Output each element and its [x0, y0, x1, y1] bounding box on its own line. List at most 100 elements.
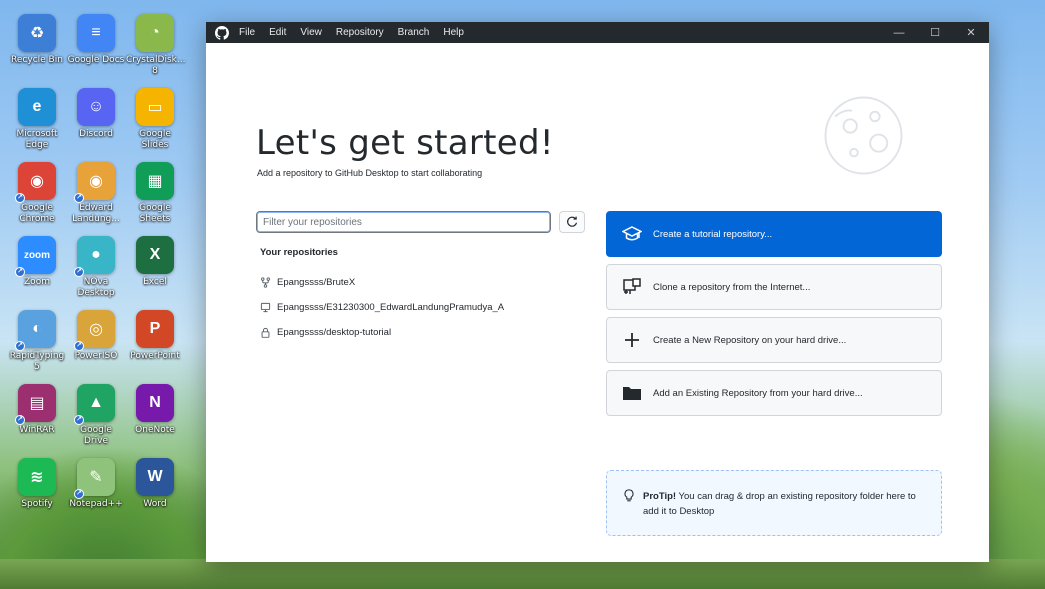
wallpaper-ground	[0, 559, 1045, 589]
maximize-button[interactable]: ☐	[917, 22, 953, 43]
desktop-app-glyph: ≡	[91, 24, 101, 41]
minimize-button[interactable]: —	[881, 22, 917, 43]
desktop-icon[interactable]: e Microsoft Edge	[8, 88, 66, 151]
menu-file[interactable]: File	[239, 27, 255, 38]
shortcut-arrow-icon: ↗	[74, 341, 84, 351]
actions-panel: Create a tutorial repository... Clone a …	[606, 211, 942, 423]
create-tutorial-repository-button[interactable]: Create a tutorial repository...	[606, 211, 942, 257]
menu-branch[interactable]: Branch	[398, 27, 430, 38]
mortarboard-icon	[621, 223, 643, 245]
repository-item[interactable]: Epangssss/BruteX	[260, 270, 504, 295]
desktop-icon-label: WinRAR	[19, 425, 55, 435]
protip-label: ProTip!	[643, 491, 677, 502]
desktop-app-icon: e	[18, 88, 56, 126]
desktop-app-icon: ◎ ↗	[74, 310, 115, 351]
desktop-app-glyph: W	[147, 468, 163, 485]
menu-help[interactable]: Help	[443, 27, 464, 38]
close-button[interactable]: ✕	[953, 22, 989, 43]
desktop-icon[interactable]: ◐ ↗ RapidTyping 5	[8, 310, 66, 373]
desktop-icon-label: Excel	[143, 277, 167, 287]
repository-item[interactable]: Epangssss/desktop-tutorial	[260, 320, 504, 345]
desktop-icon[interactable]: ▭ Google Slides	[126, 88, 184, 151]
desktop-icon-label: Google Slides	[139, 129, 171, 150]
desktop-app-glyph: ▭	[147, 99, 163, 116]
shortcut-arrow-icon: ↗	[15, 341, 25, 351]
desktop-icon-label: OneNote	[135, 425, 175, 435]
desktop-app-glyph: zoom	[23, 249, 51, 261]
desktop-icon[interactable]: ▤ ↗ WinRAR	[8, 384, 66, 436]
desktop-app-icon: ≡	[77, 14, 115, 52]
shortcut-arrow-icon: ↗	[74, 193, 84, 203]
desktop-app-glyph: P	[149, 320, 161, 337]
desktop-icon[interactable]: ≋ Spotify	[8, 458, 66, 510]
moon-illustration-icon	[824, 96, 903, 175]
desktop-icon[interactable]: N OneNote	[126, 384, 184, 436]
window-controls: — ☐ ✕	[881, 22, 989, 43]
repository-list: Epangssss/BruteX Epangssss/E31230300_Edw…	[260, 270, 504, 345]
desktop-icon[interactable]: ✎ ↗ Notepad++	[67, 458, 125, 510]
desktop-icon[interactable]: P PowerPoint	[126, 310, 184, 362]
desktop-app-glyph: ☺	[87, 98, 105, 115]
create-new-repository-button[interactable]: Create a New Repository on your hard dri…	[606, 317, 942, 363]
page-subtitle: Add a repository to GitHub Desktop to st…	[257, 168, 483, 178]
filter-repositories-input[interactable]	[256, 211, 551, 233]
protip-box: ProTip! You can drag & drop an existing …	[606, 470, 942, 536]
refresh-icon	[567, 216, 578, 227]
desktop-app-icon: ☺	[77, 88, 115, 126]
desktop-icon[interactable]: ▦ Google Sheets	[126, 162, 184, 225]
desktop-app-glyph: ▤	[29, 395, 45, 412]
desktop-app-glyph: ◉	[30, 173, 44, 190]
github-logo-icon[interactable]	[215, 25, 229, 40]
desktop-app-glyph: X	[149, 246, 161, 263]
repository-name: Epangssss/E31230300_EdwardLandungPramudy…	[277, 302, 505, 313]
desktop-icon[interactable]: ◉ ↗ Google Chrome	[8, 162, 66, 225]
desktop-icon-label: NOva Desktop	[77, 277, 115, 298]
menu-edit[interactable]: Edit	[269, 27, 286, 38]
desktop-icon[interactable]: ≡ Google Docs	[67, 14, 125, 66]
menu-repository[interactable]: Repository	[336, 27, 384, 38]
desktop-icon-label: Google Sheets	[139, 203, 171, 224]
repository-item[interactable]: Epangssss/E31230300_EdwardLandungPramudy…	[260, 295, 504, 320]
desktop-icon[interactable]: ● ↗ NOva Desktop	[67, 236, 125, 299]
shortcut-arrow-icon: ↗	[74, 415, 84, 425]
desktop-icon[interactable]: ☺ Discord	[67, 88, 125, 140]
desktop-app-icon: ▲ ↗	[74, 384, 115, 425]
desktop-icon-label: Edward Landung...	[72, 203, 120, 224]
page-title: Let's get started!	[256, 123, 554, 163]
desktop-app-glyph: ◎	[89, 321, 103, 338]
add-existing-repository-button[interactable]: Add an Existing Repository from your har…	[606, 370, 942, 416]
desktop-icon-label: RapidTyping 5	[9, 351, 65, 372]
desktop-icon[interactable]: ◔ CrystalDisk... 8	[126, 14, 185, 77]
desktop-icon[interactable]: ◉ ↗ Edward Landung...	[67, 162, 125, 225]
shortcut-arrow-icon: ↗	[74, 267, 84, 277]
desktop-icon[interactable]: W Word	[126, 458, 184, 510]
filter-row	[256, 211, 585, 233]
device-icon	[260, 302, 271, 313]
protip-message: You can drag & drop an existing reposito…	[643, 491, 916, 517]
desktop-app-glyph: ◐	[32, 320, 42, 337]
create-new-repository-label: Create a New Repository on your hard dri…	[653, 334, 847, 346]
add-existing-repository-label: Add an Existing Repository from your har…	[653, 387, 863, 399]
plus-icon	[621, 329, 643, 351]
desktop-icon[interactable]: ♻ Recycle Bin	[8, 14, 66, 66]
folder-icon	[621, 382, 643, 404]
desktop-app-glyph: ▲	[88, 394, 104, 411]
desktop-icon[interactable]: X Excel	[126, 236, 184, 288]
desktop-icon-label: Notepad++	[69, 499, 123, 509]
desktop-icon[interactable]: ▲ ↗ Google Drive	[67, 384, 125, 447]
desktop-icon-label: Discord	[79, 129, 113, 139]
desktop-icon[interactable]: zoom ↗ Zoom	[8, 236, 66, 288]
desktop-icon[interactable]: ◎ ↗ PowerISO	[67, 310, 125, 362]
menu-view[interactable]: View	[300, 27, 322, 38]
repositories-header: Your repositories	[260, 247, 338, 258]
refresh-button[interactable]	[559, 211, 585, 233]
lock-icon	[261, 327, 270, 338]
clone-repository-label: Clone a repository from the Internet...	[653, 281, 811, 293]
shortcut-arrow-icon: ↗	[15, 415, 25, 425]
desktop-icon-label: Spotify	[21, 499, 53, 509]
shortcut-arrow-icon: ↗	[15, 267, 25, 277]
desktop-app-icon: ▭	[136, 88, 174, 126]
lightbulb-icon	[624, 489, 634, 502]
desktop-app-glyph: ✎	[89, 469, 103, 486]
clone-repository-button[interactable]: Clone a repository from the Internet...	[606, 264, 942, 310]
